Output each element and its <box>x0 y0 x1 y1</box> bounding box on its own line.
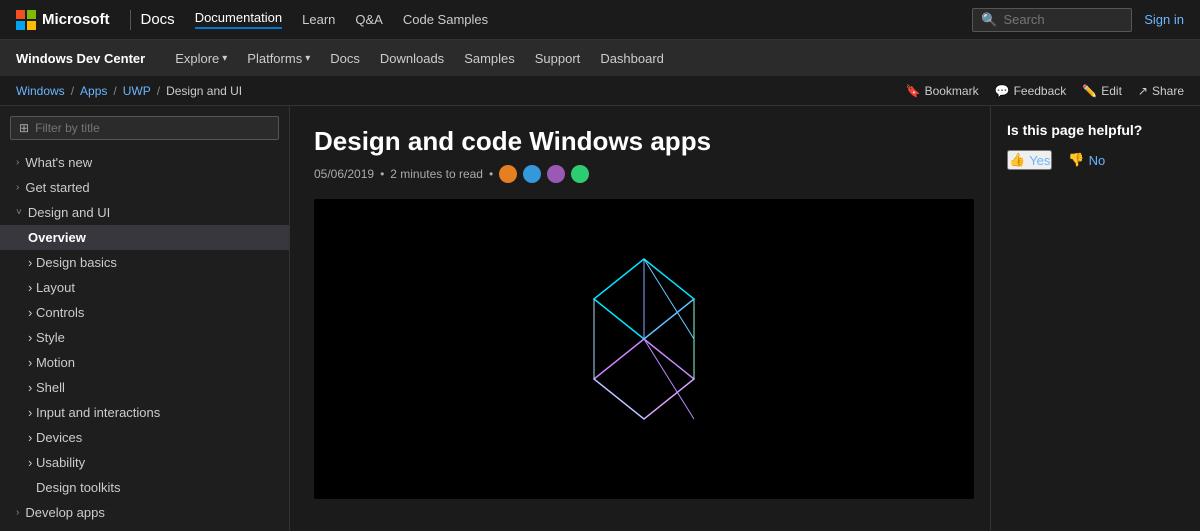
contributor-avatar-2 <box>523 165 541 183</box>
contributor-avatar-4 <box>571 165 589 183</box>
layout-chevron-icon: › <box>28 280 36 295</box>
top-navigation: Microsoft Docs Documentation Learn Q&A C… <box>0 0 1200 40</box>
filter-box[interactable]: ⊞ <box>10 116 279 140</box>
search-icon: 🔍 <box>981 12 997 28</box>
main-layout: ⊞ › What's new › Get started ˅ Design an… <box>0 106 1200 531</box>
sidebar-sub-input[interactable]: › Input and interactions <box>0 400 289 425</box>
nav-platforms[interactable]: Platforms ▾ <box>247 51 310 66</box>
sidebar-sub-overview[interactable]: Overview <box>0 225 289 250</box>
secondary-navigation: Windows Dev Center Explore ▾ Platforms ▾… <box>0 40 1200 76</box>
sidebar-item-get-started[interactable]: › Get started <box>0 175 289 200</box>
feedback-icon: 💬 <box>995 84 1010 98</box>
platforms-chevron-icon: ▾ <box>305 53 310 64</box>
feedback-action[interactable]: 💬 Feedback <box>995 84 1067 98</box>
whats-new-chevron-icon: › <box>16 157 19 168</box>
get-started-chevron-icon: › <box>16 182 19 193</box>
develop-apps-chevron-icon: › <box>16 507 19 518</box>
page-meta: 05/06/2019 • 2 minutes to read • <box>314 165 966 183</box>
page-read-time: 2 minutes to read <box>390 167 483 181</box>
breadcrumb: Windows / Apps / UWP / Design and UI 🔖 B… <box>0 76 1200 106</box>
sidebar-sub-controls[interactable]: › Controls <box>0 300 289 325</box>
nav-link-learn[interactable]: Learn <box>302 12 335 27</box>
contributor-avatar-1 <box>499 165 517 183</box>
breadcrumb-current: Design and UI <box>166 84 242 98</box>
nav-link-qa[interactable]: Q&A <box>355 12 382 27</box>
sidebar-item-design-ui[interactable]: ˅ Design and UI <box>0 200 289 225</box>
usability-chevron-icon: › <box>28 455 36 470</box>
nav-explore[interactable]: Explore ▾ <box>175 51 227 66</box>
sidebar-sub-layout[interactable]: › Layout <box>0 275 289 300</box>
top-nav-right: 🔍 Sign in <box>972 8 1184 32</box>
breadcrumb-sep-3: / <box>157 84 160 98</box>
sidebar-item-develop-apps[interactable]: › Develop apps <box>0 500 289 525</box>
nav-divider <box>130 10 131 30</box>
sidebar: ⊞ › What's new › Get started ˅ Design an… <box>0 106 290 531</box>
nav-link-documentation[interactable]: Documentation <box>195 10 282 29</box>
sidebar-sub-design-toolkits[interactable]: Design toolkits <box>0 475 289 500</box>
breadcrumb-uwp[interactable]: UWP <box>123 84 151 98</box>
docs-brand[interactable]: Docs <box>141 11 175 28</box>
sidebar-sub-design-basics[interactable]: › Design basics <box>0 250 289 275</box>
helpful-title: Is this page helpful? <box>1007 122 1184 138</box>
motion-chevron-icon: › <box>28 355 36 370</box>
search-box[interactable]: 🔍 <box>972 8 1132 32</box>
geometric-logo <box>564 249 724 449</box>
page-title: Design and code Windows apps <box>314 126 966 157</box>
nav-link-code-samples[interactable]: Code Samples <box>403 12 488 27</box>
helpful-buttons: 👍 Yes 👎 No <box>1007 150 1184 170</box>
meta-bullet: • <box>489 167 493 181</box>
nav-dashboard[interactable]: Dashboard <box>600 51 664 66</box>
filter-input[interactable] <box>35 121 270 135</box>
edit-icon: ✏️ <box>1082 84 1097 98</box>
nav-samples[interactable]: Samples <box>464 51 515 66</box>
devices-chevron-icon: › <box>28 430 36 445</box>
main-content: Design and code Windows apps 05/06/2019 … <box>290 106 990 531</box>
right-panel: Is this page helpful? 👍 Yes 👎 No <box>990 106 1200 531</box>
top-nav-links: Documentation Learn Q&A Code Samples <box>195 10 488 29</box>
no-button[interactable]: 👎 No <box>1068 150 1105 170</box>
thumbs-up-icon: 👍 <box>1009 152 1025 168</box>
breadcrumb-sep-2: / <box>113 84 116 98</box>
bookmark-action[interactable]: 🔖 Bookmark <box>906 84 979 98</box>
microsoft-wordmark: Microsoft <box>42 11 110 28</box>
share-icon: ↗ <box>1138 84 1148 98</box>
hero-image <box>314 199 974 499</box>
style-chevron-icon: › <box>28 330 36 345</box>
sidebar-sub-shell[interactable]: › Shell <box>0 375 289 400</box>
breadcrumb-apps[interactable]: Apps <box>80 84 107 98</box>
nav-docs[interactable]: Docs <box>330 51 360 66</box>
sidebar-item-whats-new[interactable]: › What's new <box>0 150 289 175</box>
controls-chevron-icon: › <box>28 305 36 320</box>
design-ui-chevron-icon: ˅ <box>16 207 22 218</box>
design-basics-chevron-icon: › <box>28 255 36 270</box>
microsoft-logo[interactable]: Microsoft <box>16 10 110 30</box>
explore-chevron-icon: ▾ <box>222 53 227 64</box>
sidebar-sub-usability[interactable]: › Usability <box>0 450 289 475</box>
nav-downloads[interactable]: Downloads <box>380 51 444 66</box>
sidebar-item-develop-games[interactable]: › Develop games <box>0 525 289 531</box>
site-title: Windows Dev Center <box>16 51 145 66</box>
page-date: 05/06/2019 <box>314 167 374 181</box>
share-action[interactable]: ↗ Share <box>1138 84 1184 98</box>
sign-in-button[interactable]: Sign in <box>1144 12 1184 27</box>
search-input[interactable] <box>1003 12 1123 27</box>
edit-action[interactable]: ✏️ Edit <box>1082 84 1122 98</box>
sidebar-sub-style[interactable]: › Style <box>0 325 289 350</box>
bookmark-icon: 🔖 <box>906 84 921 98</box>
thumbs-down-icon: 👎 <box>1068 152 1084 168</box>
filter-icon: ⊞ <box>19 121 29 135</box>
sidebar-sub-motion[interactable]: › Motion <box>0 350 289 375</box>
meta-separator: • <box>380 167 384 181</box>
breadcrumb-windows[interactable]: Windows <box>16 84 65 98</box>
breadcrumb-sep-1: / <box>71 84 74 98</box>
contributor-avatar-3 <box>547 165 565 183</box>
input-chevron-icon: › <box>28 405 36 420</box>
sidebar-sub-devices[interactable]: › Devices <box>0 425 289 450</box>
shell-chevron-icon: › <box>28 380 36 395</box>
breadcrumb-actions: 🔖 Bookmark 💬 Feedback ✏️ Edit ↗ Share <box>906 84 1184 98</box>
nav-support[interactable]: Support <box>535 51 581 66</box>
yes-button[interactable]: 👍 Yes <box>1007 150 1052 170</box>
